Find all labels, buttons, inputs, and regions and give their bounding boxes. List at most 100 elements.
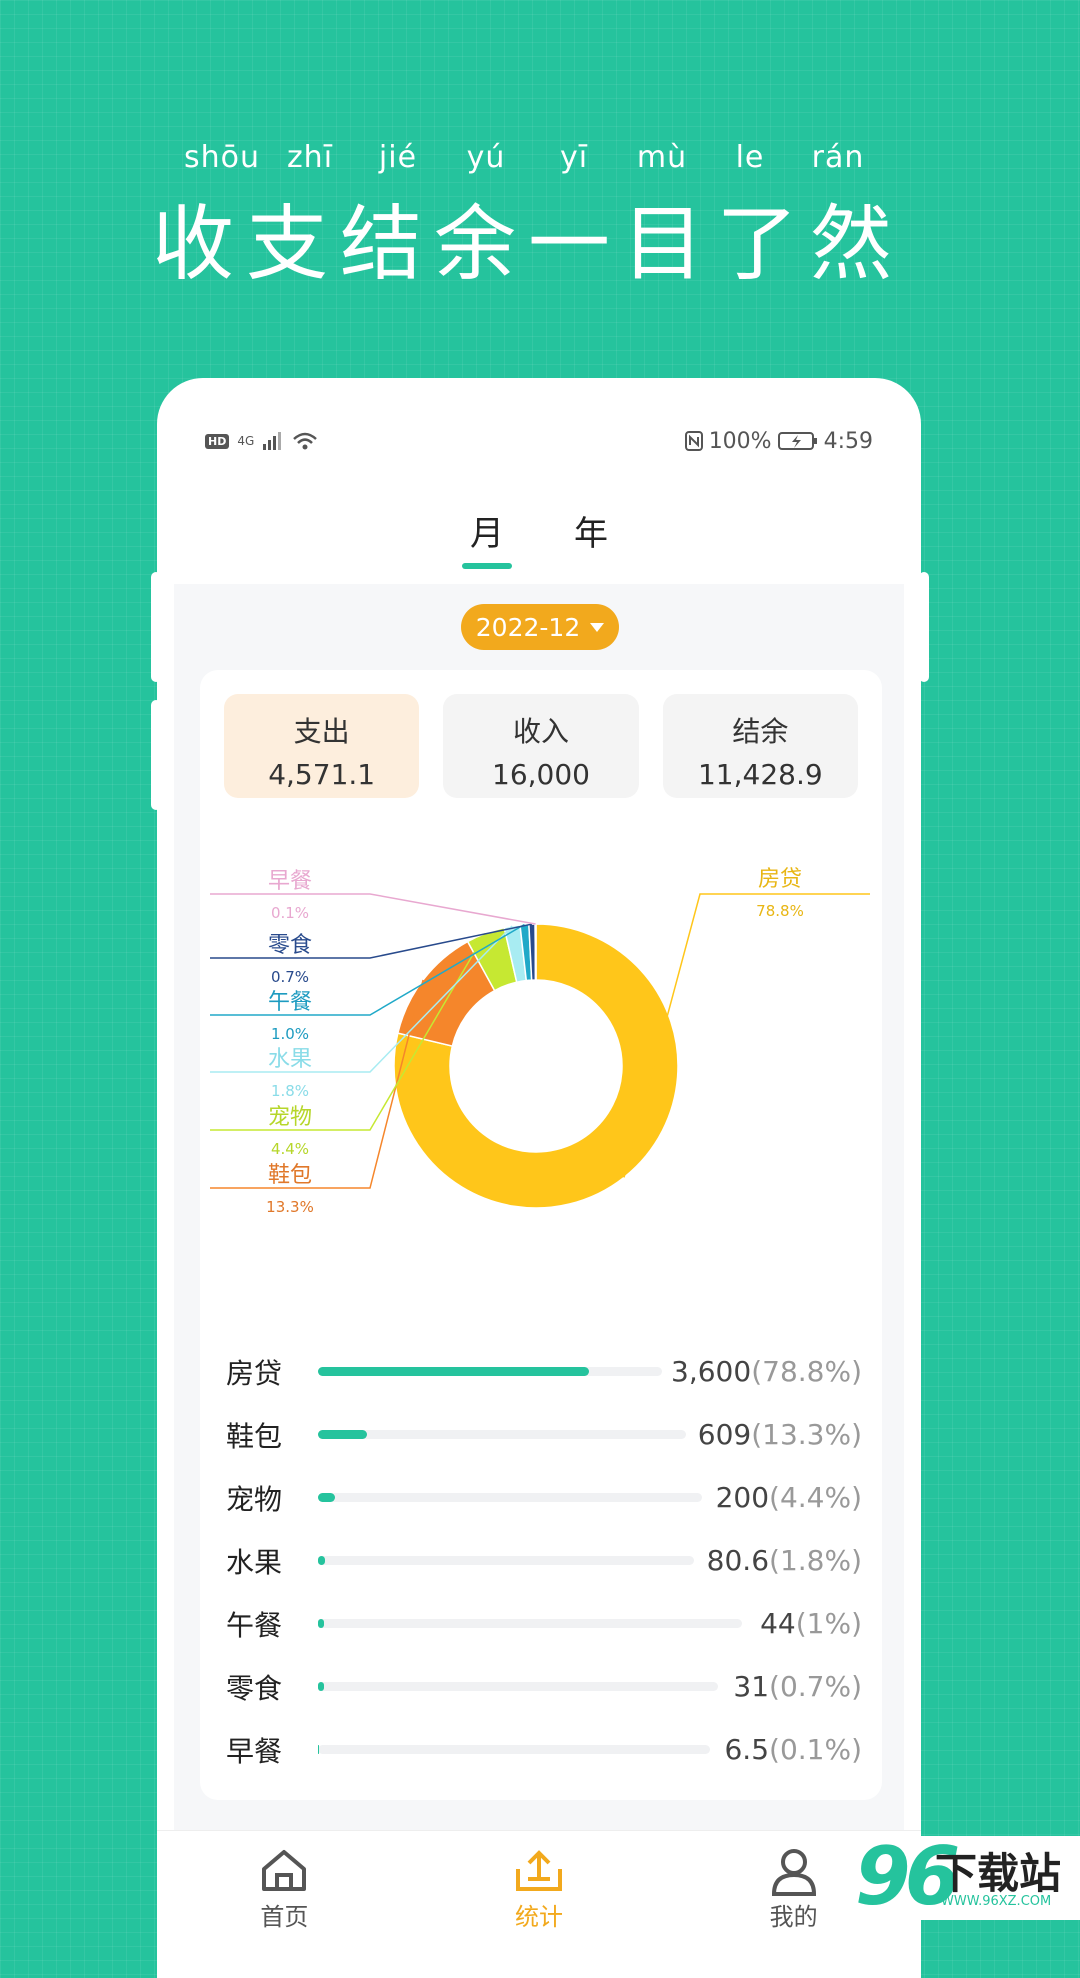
category-amount: 44(1%) <box>760 1607 862 1640</box>
date-value: 2022-12 <box>476 613 580 642</box>
category-name: 午餐 <box>226 1604 314 1644</box>
progress-track <box>318 1367 662 1376</box>
slice-pct-0: 78.8% <box>756 902 804 920</box>
progress-fill <box>318 1367 589 1376</box>
stats-card: 支出 4,571.1 收入 16,000 结余 11,428.9 房贷 78.8%… <box>200 670 882 1800</box>
pinyin-3: jié <box>354 140 442 175</box>
leader-line-1 <box>210 980 423 1188</box>
date-selector[interactable]: 2022-12 <box>461 604 619 650</box>
category-amount: 200(4.4%) <box>716 1481 862 1514</box>
caret-down-icon <box>590 623 604 632</box>
amount-percent: (1.8%) <box>769 1544 862 1577</box>
slice-label-4: 午餐 <box>268 990 312 1015</box>
progress-fill <box>318 1556 325 1565</box>
breakdown-row-2[interactable]: 宠物 200(4.4%) <box>226 1466 862 1529</box>
amount-percent: (4.4%) <box>769 1481 862 1514</box>
site-watermark: 96 下载站 WWW.96XZ.COM <box>855 1836 1080 1920</box>
amount-value: 609 <box>698 1418 751 1451</box>
status-bar: HD 4G 100% 4:59 <box>205 426 873 456</box>
leader-line-6 <box>210 894 536 924</box>
category-amount: 31(0.7%) <box>733 1670 862 1703</box>
progress-track <box>318 1745 710 1754</box>
amount-value: 80.6 <box>707 1544 769 1577</box>
hero-title: 收支结余一目了然 <box>0 177 1080 296</box>
nav-home[interactable]: 首页 <box>184 1831 384 1978</box>
progress-fill <box>318 1493 335 1502</box>
breakdown-row-4[interactable]: 午餐 44(1%) <box>226 1592 862 1655</box>
pinyin-5: yī <box>530 140 618 175</box>
hd-icon: HD <box>205 434 229 449</box>
hero-pinyin: shōu zhī jié yú yī mù le rán <box>0 140 1080 175</box>
battery-percent: 100% <box>709 429 772 454</box>
breakdown-row-1[interactable]: 鞋包 609(13.3%) <box>226 1403 862 1466</box>
category-amount: 609(13.3%) <box>698 1418 862 1451</box>
amount-percent: (1%) <box>796 1607 862 1640</box>
donut-chart: 房贷78.8%鞋包13.3%宠物4.4%水果1.8%午餐1.0%零食0.7%早餐… <box>200 840 882 1260</box>
battery-icon <box>778 431 818 451</box>
progress-fill <box>318 1430 367 1439</box>
pinyin-7: le <box>706 140 794 175</box>
amount-value: 6.5 <box>724 1733 769 1766</box>
summary-expense[interactable]: 支出 4,571.1 <box>224 694 419 798</box>
nav-stats[interactable]: 统计 <box>439 1831 639 1978</box>
progress-fill <box>318 1619 324 1628</box>
watermark-url: WWW.96XZ.COM <box>941 1894 1051 1909</box>
progress-track <box>318 1619 742 1628</box>
network-label: 4G <box>237 434 254 448</box>
hero-banner: shōu zhī jié yú yī mù le rán 收支结余一目了然 <box>0 140 1080 296</box>
amount-percent: (0.1%) <box>769 1733 862 1766</box>
summary-income[interactable]: 收入 16,000 <box>443 694 638 798</box>
category-name: 零食 <box>226 1667 314 1707</box>
amount-value: 44 <box>760 1607 796 1640</box>
category-amount: 6.5(0.1%) <box>724 1733 862 1766</box>
amount-percent: (78.8%) <box>751 1355 862 1388</box>
amount-percent: (13.3%) <box>751 1418 862 1451</box>
slice-pct-1: 13.3% <box>266 1198 314 1216</box>
category-amount: 80.6(1.8%) <box>707 1544 862 1577</box>
slice-label-5: 零食 <box>268 933 312 958</box>
progress-track <box>318 1493 702 1502</box>
wifi-icon <box>292 431 318 451</box>
category-name: 房贷 <box>226 1352 314 1392</box>
progress-fill <box>318 1682 324 1691</box>
breakdown-row-0[interactable]: 房贷 3,600(78.8%) <box>226 1340 862 1403</box>
summary-row: 支出 4,571.1 收入 16,000 结余 11,428.9 <box>224 694 858 798</box>
stats-icon <box>514 1847 564 1893</box>
progress-track <box>318 1430 686 1439</box>
slice-pct-3: 1.8% <box>271 1082 309 1100</box>
slice-pct-4: 1.0% <box>271 1025 309 1043</box>
summary-value: 4,571.1 <box>224 758 419 791</box>
category-name: 鞋包 <box>226 1415 314 1455</box>
nav-label: 统计 <box>439 1897 639 1932</box>
pinyin-6: mù <box>618 140 706 175</box>
bottom-nav: 首页 统计 我的 <box>157 1830 921 1978</box>
slice-label-1: 鞋包 <box>268 1163 312 1188</box>
summary-label: 结余 <box>663 710 858 750</box>
slice-label-3: 水果 <box>268 1047 312 1072</box>
summary-value: 11,428.9 <box>663 758 858 791</box>
nav-label: 首页 <box>184 1897 384 1932</box>
pinyin-8: rán <box>794 140 882 175</box>
pinyin-2: zhī <box>266 140 354 175</box>
breakdown-row-5[interactable]: 零食 31(0.7%) <box>226 1655 862 1718</box>
breakdown-row-3[interactable]: 水果80.6(1.8%) <box>226 1529 862 1592</box>
progress-track <box>318 1682 718 1691</box>
slice-pct-6: 0.1% <box>271 904 309 922</box>
summary-balance[interactable]: 结余 11,428.9 <box>663 694 858 798</box>
tab-year[interactable]: 年 <box>568 506 614 555</box>
slice-label-6: 早餐 <box>268 869 312 894</box>
slice-pct-2: 4.4% <box>271 1140 309 1158</box>
amount-value: 200 <box>716 1481 769 1514</box>
amount-value: 3,600 <box>671 1355 751 1388</box>
home-icon <box>259 1847 309 1893</box>
clock: 4:59 <box>824 429 873 454</box>
amount-percent: (0.7%) <box>769 1670 862 1703</box>
category-name: 宠物 <box>226 1478 314 1518</box>
slice-label-2: 宠物 <box>268 1105 312 1130</box>
tab-month[interactable]: 月 <box>464 506 510 555</box>
summary-label: 支出 <box>224 710 419 750</box>
breakdown-row-6[interactable]: 早餐6.5(0.1%) <box>226 1718 862 1781</box>
watermark-text: 下载站 <box>935 1840 1061 1901</box>
pinyin-1: shōu <box>178 140 266 175</box>
category-amount: 3,600(78.8%) <box>671 1355 862 1388</box>
